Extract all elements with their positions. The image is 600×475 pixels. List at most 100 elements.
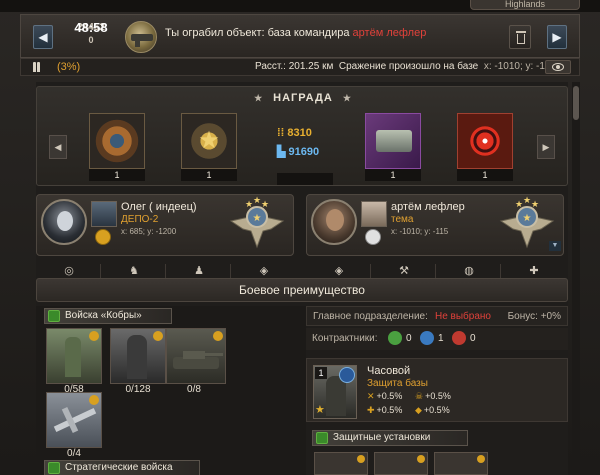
shield-icon[interactable]: ◈ — [256, 263, 272, 279]
svg-text:★: ★ — [523, 213, 532, 224]
star-icon: ★ — [315, 404, 325, 416]
event-header: ◀ 24452 48:58 0 Ты ограбил объект: база … — [20, 14, 580, 58]
guard-stat: ✕ +0.5% — [367, 391, 403, 401]
report-panel: ★ НАГРАДА ★ ◀ 1 ★ 1 ⁞⁞ 8310 ▙ 91690 1 1 ▶ — [36, 82, 568, 475]
shield-plus-icon: ◆ — [415, 405, 422, 415]
tank-icon — [166, 328, 226, 384]
strategic-label: Стратегические войска — [44, 460, 200, 475]
svg-text:★: ★ — [253, 213, 262, 224]
svg-text:★: ★ — [531, 199, 539, 209]
guard-unit-card[interactable]: 1 ★ Часовой Защита базы ✕ +0.5% ☠ +0.5% ✚ +… — [306, 358, 568, 422]
defender-avatar — [361, 201, 387, 227]
paratrooper-icon[interactable] — [388, 331, 402, 345]
main-division-value[interactable]: Не выбрано — [435, 311, 491, 322]
combat-advantage-header[interactable]: Боевое преимущество — [36, 278, 568, 302]
delete-report-button[interactable] — [509, 25, 531, 49]
unit-heavy-infantry[interactable]: 0/128 — [110, 328, 166, 396]
contractors-label: Контрактники: — [312, 333, 378, 344]
scrollbar-thumb[interactable] — [573, 86, 579, 120]
event-message: Ты ограбил объект: база командира артём … — [165, 27, 426, 39]
medkit-icon[interactable]: ✚ — [526, 263, 542, 279]
guard-subtitle: Защита базы — [367, 378, 428, 389]
wrench-icon[interactable]: ⚒ — [396, 263, 412, 279]
unit-tank[interactable]: 0/8 — [166, 328, 226, 396]
reward-qty: 1 — [181, 169, 237, 181]
counter-timer: 48:58 — [74, 20, 108, 35]
eagle-rank-icon: ★ ★ ★ ★ — [499, 195, 555, 249]
radar-icon[interactable]: ◍ — [461, 263, 477, 279]
chevron-down-icon[interactable]: ▼ — [549, 241, 561, 251]
reward-qty: 1 — [457, 169, 513, 181]
attacker-name: Олег ( индеец) — [121, 201, 197, 213]
guard-stat: ☠ +0.5% — [415, 391, 451, 401]
jet-icon — [46, 392, 102, 448]
defender-coords: x: -1010; y: -115 — [391, 227, 449, 236]
attacker-portrait — [41, 199, 87, 245]
reward-section: ★ НАГРАДА ★ ◀ 1 ★ 1 ⁞⁞ 8310 ▙ 91690 1 1 ▶ — [36, 86, 568, 186]
main-division-row: Главное подразделение: Не выбрано Бонус:… — [306, 306, 568, 326]
view-location-button[interactable] — [545, 60, 571, 74]
svg-text:★: ★ — [261, 199, 269, 209]
reward-next-button[interactable]: ▶ — [537, 135, 555, 159]
reward-item-star[interactable]: ★ 1 — [181, 113, 237, 181]
turret-icon[interactable] — [314, 452, 368, 475]
rank-icon — [95, 229, 111, 245]
target-icon — [457, 113, 513, 169]
gamepad-icon[interactable]: ◎ — [61, 263, 77, 279]
defender-name: артём лефлер — [391, 201, 465, 213]
prev-event-button[interactable]: ◀ — [33, 25, 53, 49]
reward-item-medal[interactable]: 1 — [89, 113, 145, 181]
next-event-button[interactable]: ▶ — [547, 25, 567, 49]
attacker-clan[interactable]: ДЕПО-2 — [121, 214, 158, 225]
anchor-icon[interactable] — [420, 331, 434, 345]
svg-text:★: ★ — [253, 195, 261, 205]
unit-infantry[interactable]: 0/58 — [46, 328, 102, 396]
armored-soldier-icon — [110, 328, 166, 384]
bonus-value: Бонус: +0% — [507, 311, 561, 322]
defense-badge-icon — [316, 432, 328, 444]
svg-text:★: ★ — [245, 199, 253, 209]
shield-icon[interactable]: ◈ — [331, 263, 347, 279]
missile-icon[interactable] — [452, 331, 466, 345]
swords-icon: ✕ — [367, 391, 375, 401]
reward-item-crate[interactable]: 1 — [365, 113, 421, 181]
star-badge-icon: ★ — [181, 113, 237, 169]
crosshair-icon: ✚ — [367, 405, 375, 415]
event-target-link[interactable]: артём лефлер — [353, 27, 427, 39]
ammo-icon — [33, 62, 43, 72]
turret-icon[interactable] — [434, 452, 488, 475]
reward-prev-button[interactable]: ◀ — [49, 135, 67, 159]
reward-title: ★ НАГРАДА ★ — [254, 92, 352, 104]
defender-clan[interactable]: тема — [391, 214, 413, 225]
defender-portrait — [311, 199, 357, 245]
unit-aircraft[interactable]: 0/4 — [46, 392, 102, 460]
bars-icon: ▙ — [277, 146, 289, 158]
star-icon: ★ — [254, 93, 264, 103]
unit-count: 0/8 — [187, 384, 201, 395]
gear-icon — [89, 331, 99, 341]
contractor-count: 0 — [470, 333, 476, 344]
soldier-icon — [46, 328, 102, 384]
reward-item-target[interactable]: 1 — [457, 113, 513, 181]
top-tab-highlands[interactable]: Highlands — [470, 0, 580, 10]
main-scrollbar[interactable] — [572, 82, 580, 475]
unit-count: 0/128 — [125, 384, 151, 395]
contractor-count: 0 — [406, 333, 412, 344]
eagle-rank-icon: ★ ★ ★ ★ — [229, 195, 285, 249]
ammo-icon: ⁞⁞ — [277, 127, 288, 139]
trash-icon — [516, 31, 526, 33]
event-prefix: Ты ограбил объект: база командира — [165, 27, 350, 39]
boot-icon[interactable]: ♞ — [126, 263, 142, 279]
distance-text: Расст.: 201.25 км — [255, 61, 334, 72]
guard-stat: ◆ +0.5% — [415, 405, 450, 415]
supply-crate-icon — [365, 113, 421, 169]
army-section: Войска «Кобры» 0/58 0/128 0/8 0/4 Страте… — [36, 306, 306, 475]
contractors-row: Контрактники: 0 1 0 — [306, 328, 568, 350]
reward-qty: 1 — [89, 169, 145, 181]
defender-card[interactable]: артём лефлер тема x: -1010; y: -115 ★ ★ ★… — [306, 194, 564, 256]
star-icon: ★ — [342, 93, 352, 103]
bottle-icon[interactable]: ♟ — [191, 263, 207, 279]
gear-icon — [153, 331, 163, 341]
turret-icon[interactable] — [374, 452, 428, 475]
attacker-card[interactable]: Олег ( индеец) ДЕПО-2 x: 685; y: -1200 ★… — [36, 194, 294, 256]
